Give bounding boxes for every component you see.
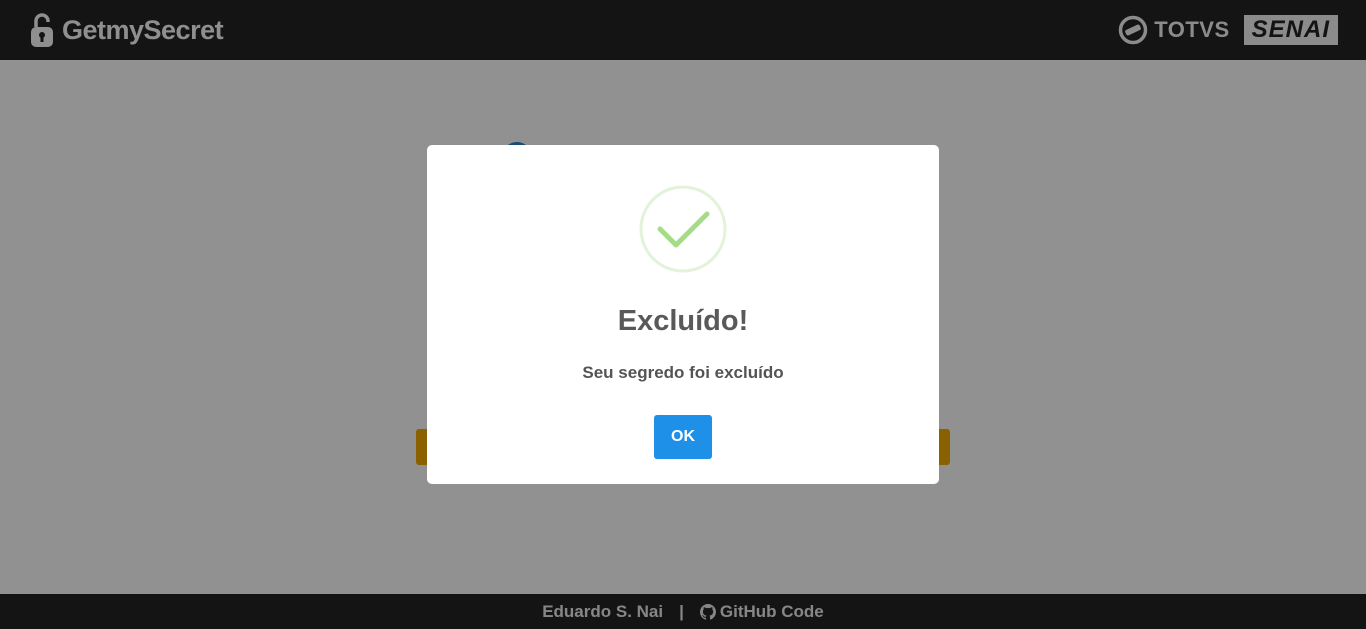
dialog-title: Excluído!	[617, 305, 749, 337]
ok-button[interactable]: OK	[654, 415, 712, 459]
success-check-icon	[639, 185, 727, 273]
dialog-message: Seu segredo foi excluído	[582, 363, 784, 382]
success-dialog: Excluído! Seu segredo foi excluído OK	[427, 145, 939, 484]
